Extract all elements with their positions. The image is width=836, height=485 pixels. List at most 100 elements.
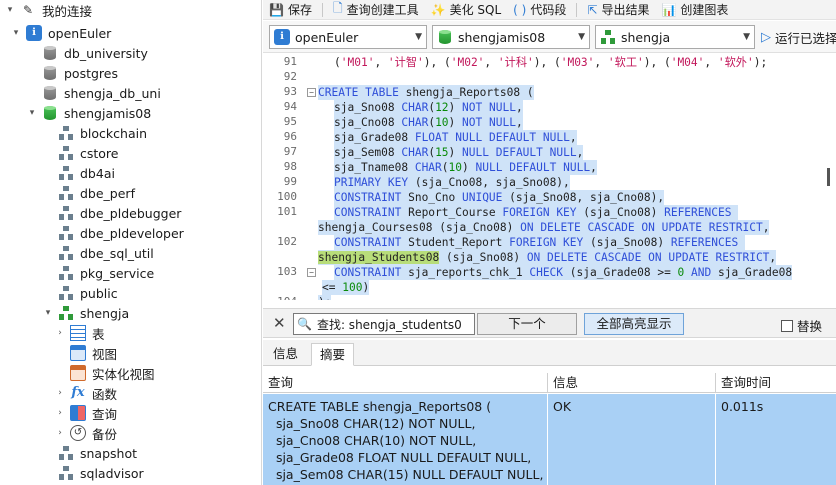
toolbar-divider [321, 2, 323, 17]
tree-schema[interactable]: snapshot [42, 443, 137, 463]
query-builder-button[interactable]: 🗋 查询创建工具 [327, 0, 425, 20]
tree-connection-openeuler[interactable]: ▾ ℹ openEuler [10, 23, 111, 43]
tree-item-materialized-views[interactable]: 实体化视图 [54, 363, 155, 383]
result-tabs: 信息 摘要 [263, 340, 836, 366]
collapse-arrow-icon[interactable]: ▾ [26, 108, 38, 118]
line-number: 96 [283, 130, 297, 143]
tree-schema[interactable]: dbe_sql_util [42, 243, 154, 263]
tree-schema[interactable]: dbe_pldebugger [42, 203, 181, 223]
close-icon[interactable]: ✕ [273, 314, 286, 332]
editor-scrollbar-thumb[interactable] [827, 168, 830, 186]
schema-icon [58, 185, 74, 201]
code-line[interactable]: PRIMARY KEY (sja_Cno08, sja_Sno08), [334, 175, 570, 190]
collapse-arrow-icon[interactable]: ▾ [10, 28, 22, 38]
code-line[interactable]: <= 100) [322, 280, 370, 295]
chart-icon: 📊 [661, 2, 677, 17]
schema-icon [58, 465, 74, 481]
code-line[interactable]: CREATE TABLE shengja_Reports08 ( [318, 85, 534, 100]
schema-icon [58, 285, 74, 301]
create-chart-button[interactable]: 📊 创建图表 [655, 0, 734, 20]
cell-info[interactable]: OK [548, 394, 716, 485]
highlight-all-button[interactable]: 全部高亮显示 [584, 313, 684, 335]
database-select[interactable]: shengjamis08 ▼ [432, 25, 590, 49]
code-line[interactable]: sja_Sno08 CHAR(12) NOT NULL, [334, 100, 523, 115]
tree-database-active[interactable]: ▾ shengjamis08 [26, 103, 151, 123]
code-snippet-button[interactable]: ( ) 代码段 [507, 0, 572, 20]
schema-icon [58, 165, 74, 181]
play-icon: ▷ [761, 29, 771, 45]
beautify-sql-button[interactable]: ✨ 美化 SQL [425, 0, 508, 20]
expand-arrow-icon[interactable]: › [54, 428, 66, 438]
line-number: 102 [277, 235, 297, 248]
find-next-button[interactable]: 下一个 [477, 313, 577, 335]
line-number: 93 [283, 85, 297, 98]
code-line[interactable]: CONSTRAINT Sno_Cno UNIQUE (sja_Sno08, sj… [334, 190, 665, 205]
tree-schema[interactable]: db4ai [42, 163, 115, 183]
query-builder-icon: 🗋 [332, 1, 343, 15]
table-icon [70, 325, 86, 341]
expand-arrow-icon[interactable]: › [54, 408, 66, 418]
chevron-down-icon: ▼ [578, 32, 585, 42]
function-icon: fx [71, 385, 85, 400]
collapse-arrow-icon[interactable]: ▾ [4, 5, 16, 15]
cell-time[interactable]: 0.011s [716, 394, 836, 485]
code-line[interactable]: sja_Tname08 CHAR(10) NULL DEFAULT NULL, [334, 160, 597, 175]
code-line[interactable]: sja_Cno08 CHAR(10) NOT NULL, [334, 115, 523, 130]
query-icon [70, 405, 86, 421]
code-line[interactable]: shengja_Students08 (sja_Sno08) ON DELETE… [318, 250, 777, 265]
connection-select[interactable]: ℹ openEuler ▼ [269, 25, 427, 49]
cell-query[interactable]: CREATE TABLE shengja_Reports08 ( sja_Sno… [263, 394, 548, 485]
tab-summary[interactable]: 摘要 [311, 343, 355, 366]
tree-schema-active[interactable]: ▾ shengja [42, 303, 129, 323]
code-line[interactable]: sja_Grade08 FLOAT NULL DEFAULT NULL, [334, 130, 577, 145]
export-results-button[interactable]: ⇱ 导出结果 [581, 0, 655, 20]
tree-schema[interactable]: blockchain [42, 123, 147, 143]
toolbar-divider [576, 2, 578, 17]
code-line[interactable]: CONSTRAINT Report_Course FOREIGN KEY (sj… [334, 205, 739, 220]
replace-checkbox[interactable]: 替换 [781, 316, 822, 335]
run-selected-button[interactable]: ▷ 运行已选择的 [761, 25, 836, 49]
checkbox-icon[interactable] [781, 319, 793, 332]
tree-item-queries[interactable]: › 查询 [54, 403, 117, 423]
find-input[interactable]: 🔍 查找: shengja_students0 [293, 313, 475, 335]
chevron-down-icon: ▼ [415, 32, 422, 42]
tree-item-tables[interactable]: › 表 [54, 323, 105, 343]
code-line[interactable]: shengja_Courses08 (sja_Cno08) ON DELETE … [318, 220, 770, 235]
tree-schema[interactable]: public [42, 283, 118, 303]
save-button[interactable]: 💾 保存 [263, 0, 318, 20]
database-icon [42, 105, 58, 121]
database-icon [437, 29, 453, 45]
tree-item-views[interactable]: 视图 [54, 343, 117, 363]
expand-arrow-icon[interactable]: › [54, 328, 66, 338]
code-line[interactable]: CONSTRAINT sja_reports_chk_1 CHECK (sja_… [334, 265, 793, 280]
sql-editor[interactable]: 91 92 93 94 95 96 97 98 99 100 101 102 103 104 ('M01'… [263, 54, 836, 300]
result-grid: 查询 信息 查询时间 CREATE TABLE shengja_Reports0… [263, 373, 836, 485]
tree-schema[interactable]: sqladvisor [42, 463, 144, 483]
tree-item-backups[interactable]: › ↺ 备份 [54, 423, 117, 443]
tree-root-my-connections[interactable]: ▾ ✎ 我的连接 [4, 0, 92, 20]
column-header-query[interactable]: 查询 [263, 373, 548, 393]
code-line[interactable]: CONSTRAINT Student_Report FOREIGN KEY (s… [334, 235, 745, 250]
tree-item-functions[interactable]: › fx 函数 [54, 383, 117, 403]
fold-toggle-icon[interactable]: − [307, 88, 316, 97]
tree-schema[interactable]: dbe_perf [42, 183, 135, 203]
column-header-info[interactable]: 信息 [548, 373, 716, 393]
schema-icon [58, 245, 74, 261]
tree-database[interactable]: db_university [26, 43, 148, 63]
tree-schema[interactable]: pkg_service [42, 263, 154, 283]
fold-toggle-icon[interactable]: − [307, 268, 316, 277]
tab-info[interactable]: 信息 [265, 343, 306, 366]
tree-schema[interactable]: cstore [42, 143, 119, 163]
column-header-time[interactable]: 查询时间 [716, 373, 836, 393]
tree-database[interactable]: shengja_db_uni [26, 83, 161, 103]
line-number: 94 [283, 100, 297, 113]
schema-select[interactable]: shengja ▼ [595, 25, 755, 49]
code-line[interactable]: ('M01', '计智'), ('M02', '计科'), ('M03', '软… [334, 55, 767, 70]
collapse-arrow-icon[interactable]: ▾ [42, 308, 54, 318]
tree-schema[interactable]: dbe_pldeveloper [42, 223, 184, 243]
expand-arrow-icon[interactable]: › [54, 388, 66, 398]
code-line[interactable]: sja_Sem08 CHAR(15) NULL DEFAULT NULL, [334, 145, 584, 160]
code-line[interactable]: ); [318, 295, 332, 300]
tree-database[interactable]: postgres [26, 63, 118, 83]
table-row[interactable]: CREATE TABLE shengja_Reports08 ( sja_Sno… [263, 394, 836, 485]
